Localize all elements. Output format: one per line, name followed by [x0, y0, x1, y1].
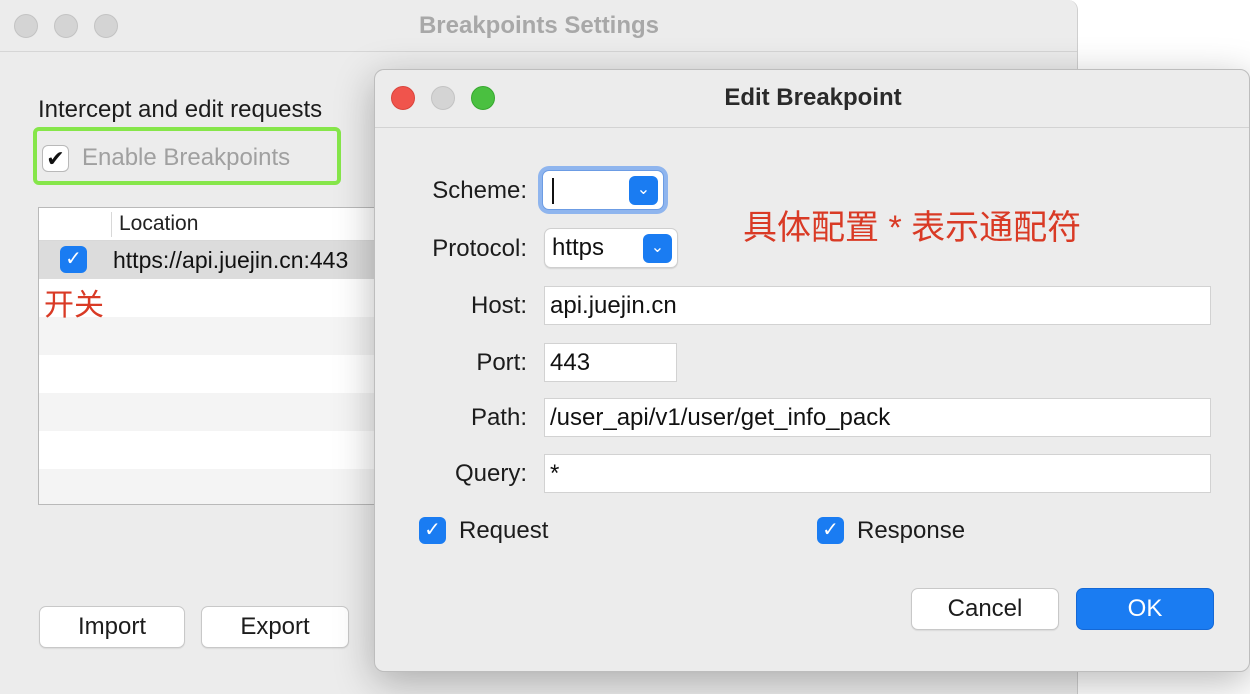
- response-label[interactable]: Response: [857, 517, 965, 545]
- back-window-title: Breakpoints Settings: [418, 12, 660, 39]
- port-input[interactable]: 443: [544, 343, 677, 382]
- port-label: Port:: [476, 349, 527, 376]
- table-row[interactable]: ✓ https://api.juejin.cn:443: [39, 241, 377, 279]
- protocol-value: https: [552, 234, 605, 261]
- table-row-empty: [39, 431, 377, 469]
- protocol-label: Protocol:: [432, 235, 527, 262]
- intercept-description: Intercept and edit requests: [38, 96, 323, 123]
- host-label: Host:: [470, 292, 527, 319]
- table-row-empty: [39, 469, 377, 504]
- table-row-empty: [39, 355, 377, 393]
- row-location: https://api.juejin.cn:443: [113, 247, 349, 273]
- protocol-select[interactable]: https ⌄: [544, 228, 678, 268]
- scheme-label: Scheme:: [432, 177, 527, 204]
- edit-breakpoint-dialog: Edit Breakpoint Scheme: ⌄ 具体配置 * 表示通配符 P…: [374, 69, 1250, 672]
- annotation-config: 具体配置 * 表示通配符: [743, 209, 1082, 247]
- location-column-header[interactable]: Location: [119, 212, 198, 236]
- path-input[interactable]: /user_api/v1/user/get_info_pack: [544, 398, 1211, 437]
- enable-breakpoints-label: Enable Breakpoints: [82, 144, 291, 171]
- dialog-titlebar: Edit Breakpoint: [375, 70, 1249, 128]
- column-separator[interactable]: [111, 212, 112, 237]
- dialog-title: Edit Breakpoint: [724, 84, 902, 111]
- enable-breakpoints-checkbox[interactable]: ✔: [42, 145, 69, 172]
- text-caret: [552, 177, 554, 204]
- row-enabled-checkbox[interactable]: ✓: [60, 246, 87, 273]
- cancel-button[interactable]: Cancel: [911, 588, 1059, 630]
- request-label[interactable]: Request: [459, 517, 548, 545]
- query-label: Query:: [454, 460, 527, 487]
- annotation-switch: 开关: [44, 289, 104, 322]
- back-titlebar: Breakpoints Settings: [0, 0, 1077, 52]
- export-button[interactable]: Export: [201, 606, 349, 648]
- import-button[interactable]: Import: [39, 606, 185, 648]
- scheme-select[interactable]: ⌄: [542, 170, 664, 210]
- host-input[interactable]: api.juejin.cn: [544, 286, 1211, 325]
- chevron-down-icon: ⌄: [629, 176, 658, 205]
- response-checkbox[interactable]: ✓: [817, 517, 844, 544]
- request-checkbox[interactable]: ✓: [419, 517, 446, 544]
- table-row-empty: [39, 393, 377, 431]
- chevron-down-icon: ⌄: [643, 234, 672, 263]
- table-header: Location: [39, 208, 377, 241]
- breakpoints-table: Location ✓ https://api.juejin.cn:443: [38, 207, 378, 505]
- query-input[interactable]: *: [544, 454, 1211, 493]
- ok-button[interactable]: OK: [1076, 588, 1214, 630]
- path-label: Path:: [470, 404, 527, 431]
